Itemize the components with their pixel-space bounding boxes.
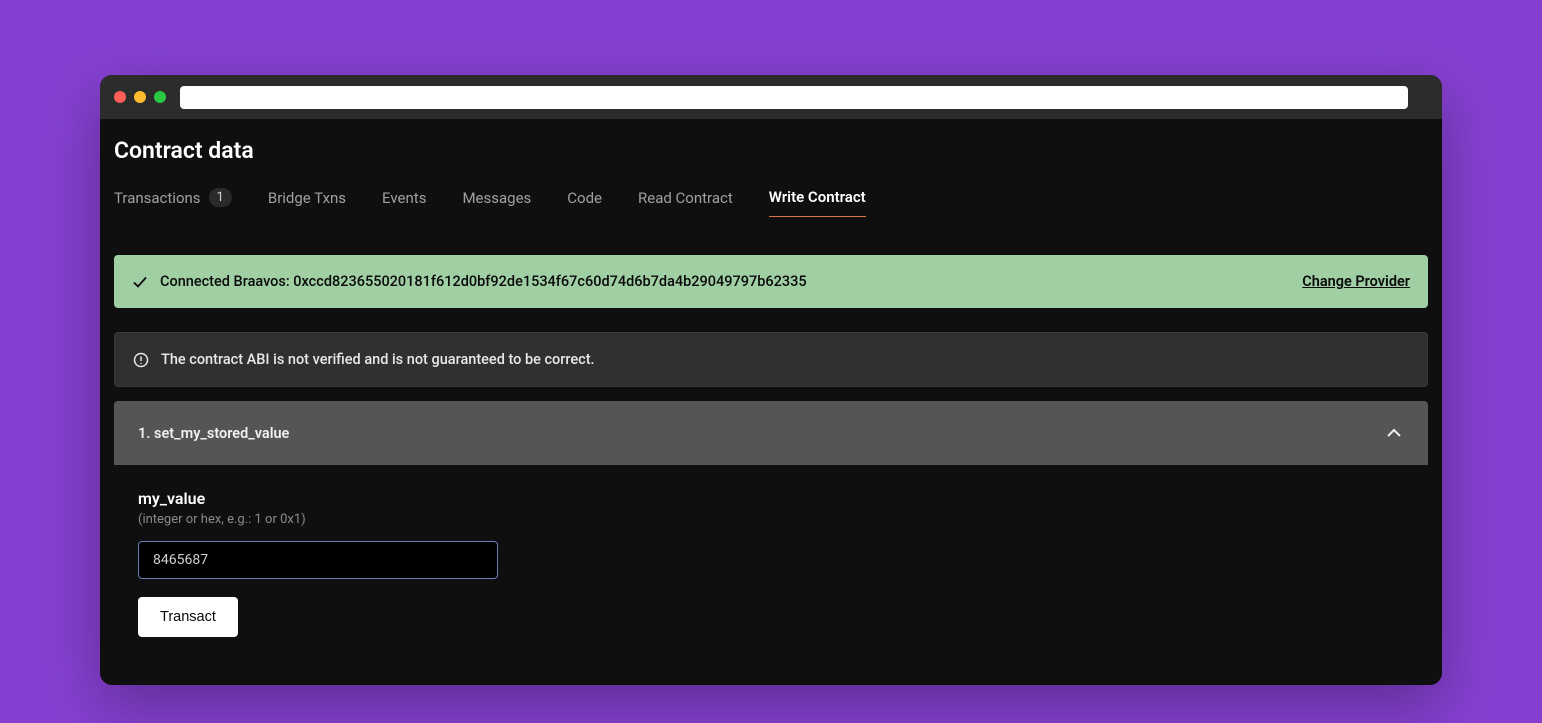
tab-events[interactable]: Events bbox=[382, 189, 426, 217]
function-panel: 1. set_my_stored_value my_value (integer… bbox=[114, 401, 1428, 649]
tab-label: Bridge Txns bbox=[268, 189, 346, 207]
function-title: 1. set_my_stored_value bbox=[138, 425, 289, 442]
tabs-nav: Transactions 1 Bridge Txns Events Messag… bbox=[114, 188, 1428, 217]
transact-button[interactable]: Transact bbox=[138, 597, 238, 637]
tab-bridge-txns[interactable]: Bridge Txns bbox=[268, 189, 346, 217]
tab-badge: 1 bbox=[209, 188, 232, 207]
close-window-button[interactable] bbox=[114, 91, 126, 103]
connection-banner: Connected Braavos: 0xccd823655020181f612… bbox=[114, 255, 1428, 308]
warning-text: The contract ABI is not verified and is … bbox=[161, 351, 595, 368]
tab-label: Code bbox=[567, 189, 602, 207]
app-window: Contract data Transactions 1 Bridge Txns… bbox=[100, 75, 1442, 685]
tab-label: Write Contract bbox=[769, 188, 866, 206]
banner-left: Connected Braavos: 0xccd823655020181f612… bbox=[132, 273, 807, 290]
param-label: my_value bbox=[138, 489, 1404, 508]
minimize-window-button[interactable] bbox=[134, 91, 146, 103]
content-area: Contract data Transactions 1 Bridge Txns… bbox=[100, 119, 1442, 685]
info-icon bbox=[133, 352, 149, 368]
titlebar bbox=[100, 75, 1442, 119]
tab-read-contract[interactable]: Read Contract bbox=[638, 189, 733, 217]
tab-messages[interactable]: Messages bbox=[462, 189, 531, 217]
my-value-input[interactable] bbox=[138, 541, 498, 579]
chevron-up-icon bbox=[1384, 423, 1404, 443]
param-hint: (integer or hex, e.g.: 1 or 0x1) bbox=[138, 512, 1404, 527]
maximize-window-button[interactable] bbox=[154, 91, 166, 103]
traffic-lights bbox=[114, 91, 166, 103]
abi-warning-banner: The contract ABI is not verified and is … bbox=[114, 332, 1428, 387]
url-bar[interactable] bbox=[180, 86, 1408, 109]
connected-text: Connected Braavos: 0xccd823655020181f612… bbox=[160, 273, 807, 290]
tab-label: Read Contract bbox=[638, 189, 733, 207]
page-title: Contract data bbox=[114, 137, 1428, 164]
tab-code[interactable]: Code bbox=[567, 189, 602, 217]
checkmark-icon bbox=[132, 274, 148, 290]
function-header[interactable]: 1. set_my_stored_value bbox=[114, 401, 1428, 465]
tab-label: Messages bbox=[462, 189, 531, 207]
change-provider-link[interactable]: Change Provider bbox=[1302, 273, 1410, 290]
tab-transactions[interactable]: Transactions 1 bbox=[114, 188, 232, 217]
tab-label: Transactions bbox=[114, 189, 201, 207]
tab-label: Events bbox=[382, 189, 426, 207]
function-body: my_value (integer or hex, e.g.: 1 or 0x1… bbox=[114, 465, 1428, 649]
tab-write-contract[interactable]: Write Contract bbox=[769, 188, 866, 217]
